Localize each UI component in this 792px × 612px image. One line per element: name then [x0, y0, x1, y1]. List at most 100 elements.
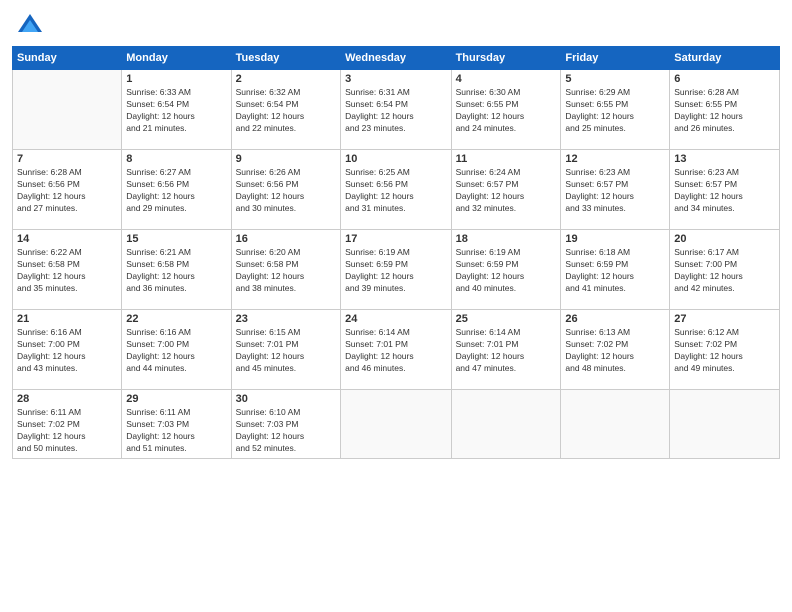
day-info: Sunrise: 6:23 AMSunset: 6:57 PMDaylight:… [565, 167, 665, 215]
calendar-cell: 10 Sunrise: 6:25 AMSunset: 6:56 PMDayligh… [341, 150, 451, 230]
day-info: Sunrise: 6:21 AMSunset: 6:58 PMDaylight:… [126, 247, 226, 295]
calendar-cell: 5 Sunrise: 6:29 AMSunset: 6:55 PMDaylight… [561, 70, 670, 150]
day-number: 19 [565, 233, 665, 245]
day-info: Sunrise: 6:25 AMSunset: 6:56 PMDaylight:… [345, 167, 446, 215]
calendar-cell: 3 Sunrise: 6:31 AMSunset: 6:54 PMDaylight… [341, 70, 451, 150]
calendar-cell: 26 Sunrise: 6:13 AMSunset: 7:02 PMDayligh… [561, 310, 670, 390]
calendar-cell: 1Sunrise: 6:33 AMSunset: 6:54 PMDaylight… [122, 70, 231, 150]
calendar-cell: 15 Sunrise: 6:21 AMSunset: 6:58 PMDayligh… [122, 230, 231, 310]
calendar-week-row: 1Sunrise: 6:33 AMSunset: 6:54 PMDaylight… [13, 70, 780, 150]
calendar-cell: 8 Sunrise: 6:27 AMSunset: 6:56 PMDaylight… [122, 150, 231, 230]
calendar-cell: 14 Sunrise: 6:22 AMSunset: 6:58 PMDayligh… [13, 230, 122, 310]
day-number: 24 [345, 313, 446, 325]
day-number: 10 [345, 153, 446, 165]
day-info: Sunrise: 6:28 AMSunset: 6:55 PMDaylight:… [674, 87, 775, 135]
calendar-cell: 9 Sunrise: 6:26 AMSunset: 6:56 PMDaylight… [231, 150, 340, 230]
calendar-header-row: SundayMondayTuesdayWednesdayThursdayFrid… [13, 47, 780, 70]
day-info: Sunrise: 6:13 AMSunset: 7:02 PMDaylight:… [565, 327, 665, 375]
day-number: 2 [236, 73, 336, 85]
calendar-cell [13, 70, 122, 150]
header [12, 10, 780, 38]
day-number: 14 [17, 233, 117, 245]
day-number: 17 [345, 233, 446, 245]
day-info: Sunrise: 6:32 AMSunset: 6:54 PMDaylight:… [236, 87, 336, 135]
day-info: Sunrise: 6:16 AMSunset: 7:00 PMDaylight:… [126, 327, 226, 375]
page: SundayMondayTuesdayWednesdayThursdayFrid… [0, 0, 792, 612]
day-number: 28 [17, 393, 117, 405]
calendar-cell: 20Sunrise: 6:17 AMSunset: 7:00 PMDayligh… [670, 230, 780, 310]
calendar-cell: 24 Sunrise: 6:14 AMSunset: 7:01 PMDayligh… [341, 310, 451, 390]
day-info: Sunrise: 6:31 AMSunset: 6:54 PMDaylight:… [345, 87, 446, 135]
calendar-cell: 6 Sunrise: 6:28 AMSunset: 6:55 PMDaylight… [670, 70, 780, 150]
day-number: 23 [236, 313, 336, 325]
calendar-week-row: 21 Sunrise: 6:16 AMSunset: 7:00 PMDayligh… [13, 310, 780, 390]
day-info: Sunrise: 6:10 AMSunset: 7:03 PMDaylight:… [236, 407, 336, 455]
calendar-day-header: Thursday [451, 47, 561, 70]
day-info: Sunrise: 6:14 AMSunset: 7:01 PMDaylight:… [345, 327, 446, 375]
calendar-cell [341, 390, 451, 459]
calendar-cell: 18 Sunrise: 6:19 AMSunset: 6:59 PMDayligh… [451, 230, 561, 310]
calendar-day-header: Saturday [670, 47, 780, 70]
calendar-day-header: Tuesday [231, 47, 340, 70]
day-info: Sunrise: 6:12 AMSunset: 7:02 PMDaylight:… [674, 327, 775, 375]
day-number: 25 [456, 313, 557, 325]
day-info: Sunrise: 6:30 AMSunset: 6:55 PMDaylight:… [456, 87, 557, 135]
day-info: Sunrise: 6:26 AMSunset: 6:56 PMDaylight:… [236, 167, 336, 215]
logo-icon [16, 10, 44, 38]
day-info: Sunrise: 6:15 AMSunset: 7:01 PMDaylight:… [236, 327, 336, 375]
day-number: 29 [126, 393, 226, 405]
day-number: 8 [126, 153, 226, 165]
day-number: 12 [565, 153, 665, 165]
day-info: Sunrise: 6:20 AMSunset: 6:58 PMDaylight:… [236, 247, 336, 295]
calendar-cell: 7Sunrise: 6:28 AMSunset: 6:56 PMDaylight… [13, 150, 122, 230]
day-number: 18 [456, 233, 557, 245]
day-number: 5 [565, 73, 665, 85]
calendar-cell: 19 Sunrise: 6:18 AMSunset: 6:59 PMDayligh… [561, 230, 670, 310]
calendar-cell: 28 Sunrise: 6:11 AMSunset: 7:02 PMDayligh… [13, 390, 122, 459]
day-info: Sunrise: 6:28 AMSunset: 6:56 PMDaylight:… [17, 167, 117, 215]
day-number: 26 [565, 313, 665, 325]
calendar-cell: 11Sunrise: 6:24 AMSunset: 6:57 PMDayligh… [451, 150, 561, 230]
calendar-cell: 22Sunrise: 6:16 AMSunset: 7:00 PMDayligh… [122, 310, 231, 390]
calendar-week-row: 7Sunrise: 6:28 AMSunset: 6:56 PMDaylight… [13, 150, 780, 230]
calendar-day-header: Friday [561, 47, 670, 70]
day-number: 4 [456, 73, 557, 85]
calendar-cell: 17 Sunrise: 6:19 AMSunset: 6:59 PMDayligh… [341, 230, 451, 310]
day-info: Sunrise: 6:19 AMSunset: 6:59 PMDaylight:… [456, 247, 557, 295]
calendar-cell: 23 Sunrise: 6:15 AMSunset: 7:01 PMDayligh… [231, 310, 340, 390]
calendar-table: SundayMondayTuesdayWednesdayThursdayFrid… [12, 46, 780, 459]
calendar-week-row: 28 Sunrise: 6:11 AMSunset: 7:02 PMDayligh… [13, 390, 780, 459]
day-info: Sunrise: 6:11 AMSunset: 7:03 PMDaylight:… [126, 407, 226, 455]
day-info: Sunrise: 6:18 AMSunset: 6:59 PMDaylight:… [565, 247, 665, 295]
day-number: 30 [236, 393, 336, 405]
day-number: 9 [236, 153, 336, 165]
day-info: Sunrise: 6:14 AMSunset: 7:01 PMDaylight:… [456, 327, 557, 375]
day-number: 1 [126, 73, 226, 85]
day-info: Sunrise: 6:17 AMSunset: 7:00 PMDaylight:… [674, 247, 775, 295]
day-number: 21 [17, 313, 117, 325]
calendar-day-header: Monday [122, 47, 231, 70]
calendar-week-row: 14 Sunrise: 6:22 AMSunset: 6:58 PMDayligh… [13, 230, 780, 310]
day-info: Sunrise: 6:19 AMSunset: 6:59 PMDaylight:… [345, 247, 446, 295]
day-number: 3 [345, 73, 446, 85]
day-info: Sunrise: 6:23 AMSunset: 6:57 PMDaylight:… [674, 167, 775, 215]
day-info: Sunrise: 6:11 AMSunset: 7:02 PMDaylight:… [17, 407, 117, 455]
day-number: 15 [126, 233, 226, 245]
calendar-cell [670, 390, 780, 459]
day-info: Sunrise: 6:29 AMSunset: 6:55 PMDaylight:… [565, 87, 665, 135]
day-number: 27 [674, 313, 775, 325]
calendar-cell [561, 390, 670, 459]
calendar-cell: 30 Sunrise: 6:10 AMSunset: 7:03 PMDayligh… [231, 390, 340, 459]
day-number: 16 [236, 233, 336, 245]
day-info: Sunrise: 6:27 AMSunset: 6:56 PMDaylight:… [126, 167, 226, 215]
day-info: Sunrise: 6:16 AMSunset: 7:00 PMDaylight:… [17, 327, 117, 375]
day-info: Sunrise: 6:24 AMSunset: 6:57 PMDaylight:… [456, 167, 557, 215]
calendar-cell [451, 390, 561, 459]
day-number: 13 [674, 153, 775, 165]
calendar-cell: 12 Sunrise: 6:23 AMSunset: 6:57 PMDayligh… [561, 150, 670, 230]
calendar-cell: 29 Sunrise: 6:11 AMSunset: 7:03 PMDayligh… [122, 390, 231, 459]
day-info: Sunrise: 6:22 AMSunset: 6:58 PMDaylight:… [17, 247, 117, 295]
day-number: 6 [674, 73, 775, 85]
calendar-day-header: Sunday [13, 47, 122, 70]
logo [12, 10, 44, 38]
